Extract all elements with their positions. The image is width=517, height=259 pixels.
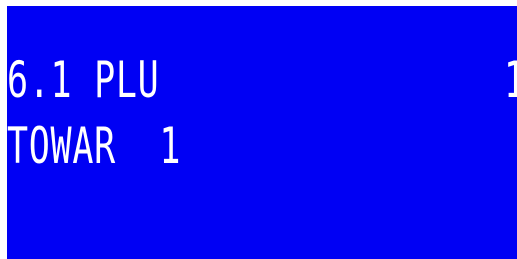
- menu-line-2: TOWAR 1: [7, 117, 182, 175]
- device-frame: 6.1 PLU 1 TOWAR 1: [0, 0, 517, 259]
- lcd-display: 6.1 PLU 1 TOWAR 1: [7, 6, 517, 259]
- menu-line-1: 6.1 PLU: [7, 51, 160, 109]
- menu-line-1-value: 1: [504, 55, 517, 105]
